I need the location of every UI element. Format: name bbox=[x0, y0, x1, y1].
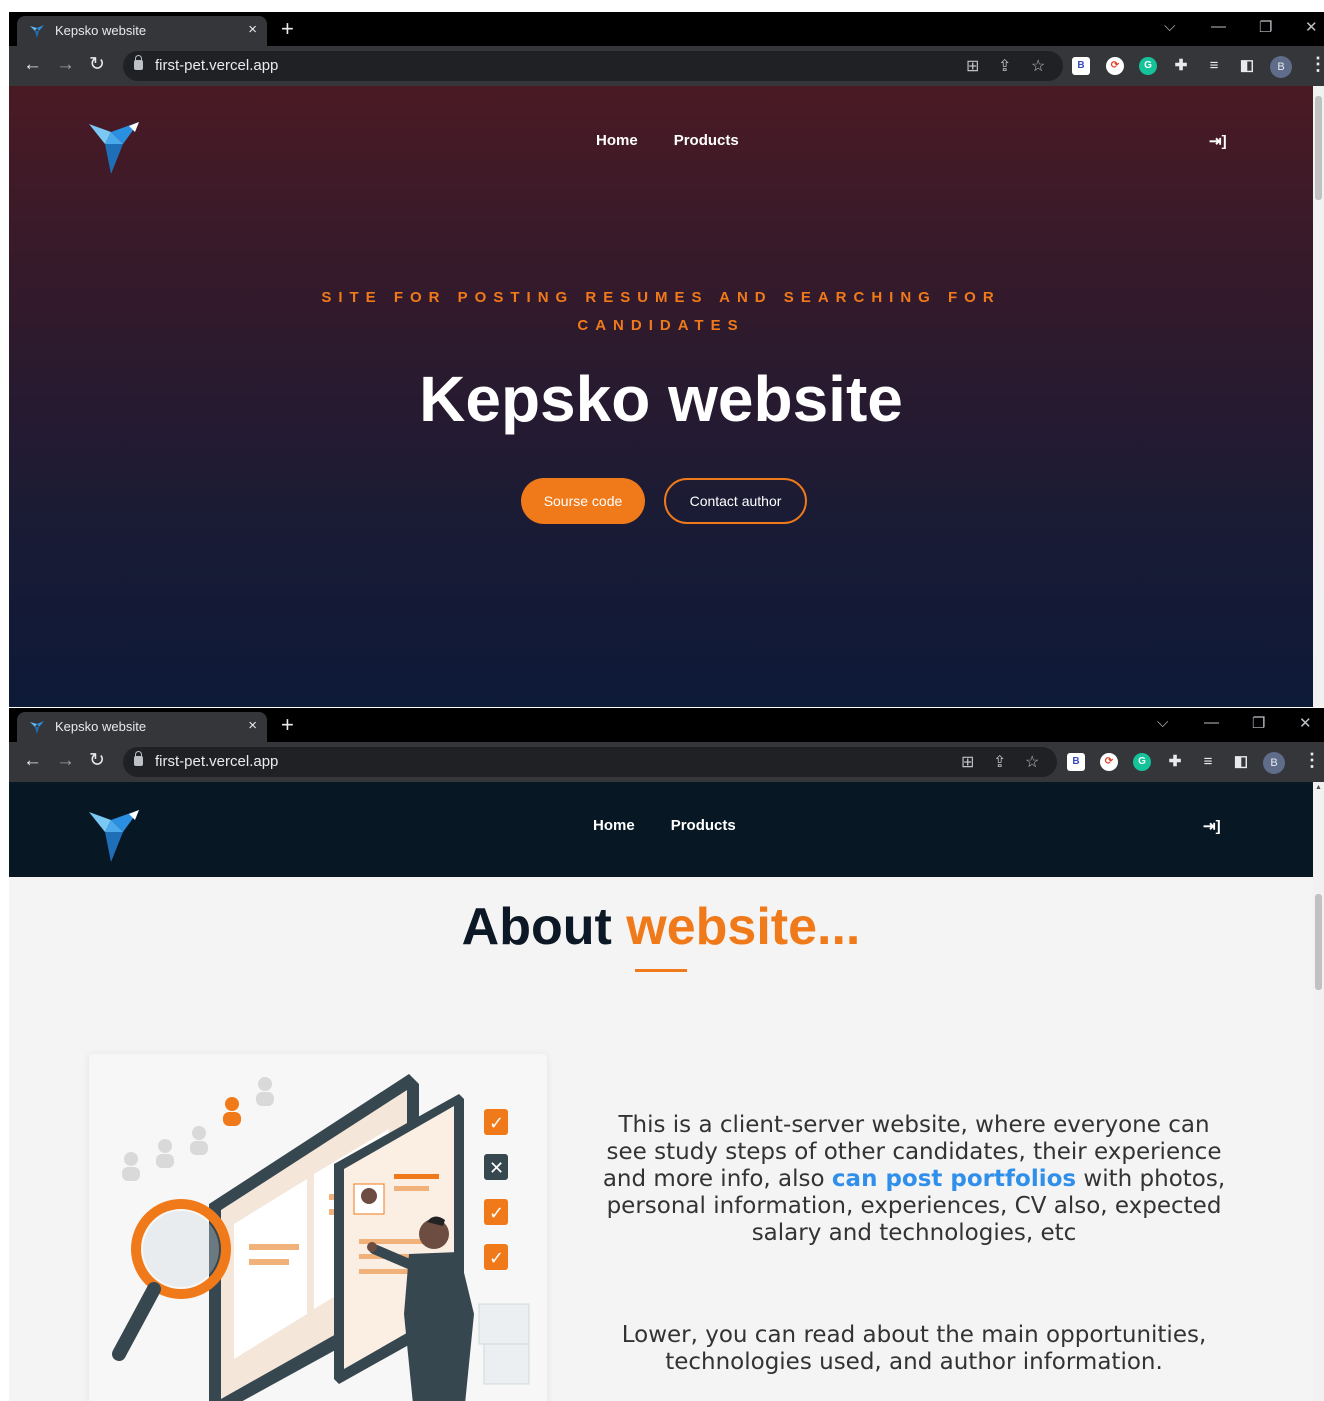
resume-search-illustration: ✓ ✕ ✓ ✓ bbox=[89, 1054, 547, 1401]
about-title-accent: website... bbox=[626, 898, 861, 956]
address-bar[interactable]: first-pet.vercel.app ⊞ ⇪ ☆ bbox=[123, 51, 1063, 81]
contact-author-button[interactable]: Contact author bbox=[664, 478, 807, 524]
share-icon[interactable]: ⇪ bbox=[993, 752, 1006, 772]
origami-bird-logo-icon[interactable] bbox=[89, 802, 149, 864]
lock-icon bbox=[134, 55, 143, 70]
title-underline bbox=[635, 969, 687, 972]
close-window-icon[interactable]: ✕ bbox=[1299, 714, 1312, 732]
extensions-puzzle-icon[interactable]: ✚ bbox=[1166, 753, 1184, 771]
close-tab-icon[interactable]: × bbox=[248, 21, 257, 38]
extension-b-icon[interactable]: B bbox=[1072, 57, 1090, 75]
back-arrow-icon[interactable]: ← bbox=[23, 750, 42, 772]
forward-arrow-icon[interactable]: → bbox=[56, 750, 75, 772]
media-queue-icon[interactable]: ≡ bbox=[1199, 753, 1217, 771]
site-header: Home Products ⇥] bbox=[9, 782, 1313, 877]
browser-menu-icon[interactable]: ⋮ bbox=[1309, 54, 1324, 75]
nav-products-link[interactable]: Products bbox=[671, 817, 736, 834]
svg-text:✓: ✓ bbox=[489, 1113, 504, 1134]
tab-strip: Kepsko website × + ⌵ — ❐ ✕ bbox=[9, 708, 1324, 742]
tab-title: Kepsko website bbox=[55, 719, 147, 734]
browser-window-hero: Kepsko website × + ⌵ — ❐ ✕ ← → ↻ first-p… bbox=[9, 12, 1324, 707]
scrollbar-thumb[interactable] bbox=[1315, 96, 1322, 200]
scroll-up-arrow-icon[interactable]: ▲ bbox=[1315, 784, 1322, 791]
extension-b-icon[interactable]: B bbox=[1067, 753, 1085, 771]
about-paragraph-1: This is a client-server website, where e… bbox=[599, 1112, 1229, 1247]
back-arrow-icon[interactable]: ← bbox=[23, 54, 42, 76]
about-title-main: About bbox=[461, 898, 612, 956]
browser-tab[interactable]: Kepsko website × bbox=[17, 712, 267, 742]
forward-arrow-icon[interactable]: → bbox=[56, 54, 75, 76]
bookmark-star-icon[interactable]: ☆ bbox=[1025, 752, 1039, 772]
side-panel-icon[interactable]: ◧ bbox=[1232, 753, 1250, 771]
address-bar[interactable]: first-pet.vercel.app ⊞ ⇪ ☆ bbox=[123, 747, 1057, 777]
close-tab-icon[interactable]: × bbox=[248, 717, 257, 734]
tab-strip: Kepsko website × + ⌵ — ❐ ✕ bbox=[9, 12, 1324, 46]
post-portfolios-highlight: can post portfolios bbox=[831, 1166, 1077, 1192]
browser-tab[interactable]: Kepsko website × bbox=[17, 16, 267, 46]
extension-sync-icon[interactable]: ⟳ bbox=[1100, 753, 1118, 771]
svg-text:✓: ✓ bbox=[489, 1203, 504, 1224]
translate-icon[interactable]: ⊞ bbox=[966, 56, 979, 76]
scrollbar-thumb[interactable] bbox=[1315, 894, 1322, 990]
media-queue-icon[interactable]: ≡ bbox=[1205, 57, 1223, 75]
favicon-icon bbox=[30, 721, 44, 734]
hero-tagline: SITE FOR POSTING RESUMES AND SEARCHING F… bbox=[321, 289, 1001, 334]
hero-title: Kepsko website bbox=[419, 363, 903, 435]
sign-in-icon[interactable]: ⇥] bbox=[1203, 817, 1221, 835]
about-paragraph-2: Lower, you can read about the main oppor… bbox=[621, 1322, 1207, 1375]
profile-avatar[interactable]: B bbox=[1263, 752, 1285, 774]
page-scrollbar[interactable] bbox=[1313, 86, 1324, 707]
grammarly-icon[interactable]: G bbox=[1139, 57, 1157, 75]
tab-title: Kepsko website bbox=[55, 23, 147, 38]
about-title: About website... bbox=[9, 897, 1313, 957]
browser-toolbar: ← → ↻ first-pet.vercel.app ⊞ ⇪ ☆ B ⟳ G ✚… bbox=[9, 742, 1324, 782]
about-section: About website... ✓ ✕ ✓ ✓ This is a clien… bbox=[9, 877, 1313, 1401]
origami-bird-logo-icon[interactable] bbox=[89, 114, 149, 176]
page-viewport: Home Products ⇥] About website... ✓ ✕ ✓ … bbox=[9, 782, 1324, 1401]
profile-avatar[interactable]: B bbox=[1270, 56, 1292, 78]
nav-home-link[interactable]: Home bbox=[596, 132, 638, 149]
minimize-icon[interactable]: — bbox=[1211, 18, 1226, 35]
extension-sync-icon[interactable]: ⟳ bbox=[1106, 57, 1124, 75]
url-text[interactable]: first-pet.vercel.app bbox=[155, 753, 278, 770]
new-tab-button[interactable]: + bbox=[281, 16, 294, 42]
source-code-button[interactable]: Sourse code bbox=[521, 478, 645, 524]
sign-in-icon[interactable]: ⇥] bbox=[1209, 132, 1227, 150]
site-nav: Home Products bbox=[593, 817, 736, 834]
new-tab-button[interactable]: + bbox=[281, 712, 294, 738]
restore-icon[interactable]: ❐ bbox=[1252, 714, 1265, 732]
translate-icon[interactable]: ⊞ bbox=[961, 752, 974, 772]
page-scrollbar[interactable]: ▲ bbox=[1313, 782, 1324, 1401]
tab-search-chevron-icon[interactable]: ⌵ bbox=[1164, 18, 1175, 35]
svg-text:✓: ✓ bbox=[489, 1248, 504, 1269]
minimize-icon[interactable]: — bbox=[1204, 714, 1219, 731]
browser-menu-icon[interactable]: ⋮ bbox=[1303, 750, 1321, 771]
hero-section: Home Products ⇥] SITE FOR POSTING RESUME… bbox=[9, 86, 1313, 707]
bookmark-star-icon[interactable]: ☆ bbox=[1031, 56, 1045, 76]
close-window-icon[interactable]: ✕ bbox=[1305, 18, 1318, 36]
site-nav: Home Products bbox=[596, 132, 739, 149]
restore-icon[interactable]: ❐ bbox=[1259, 18, 1272, 36]
favicon-icon bbox=[30, 25, 44, 38]
side-panel-icon[interactable]: ◧ bbox=[1238, 57, 1256, 75]
reload-icon[interactable]: ↻ bbox=[89, 54, 105, 76]
nav-products-link[interactable]: Products bbox=[674, 132, 739, 149]
lock-icon bbox=[134, 751, 143, 766]
grammarly-icon[interactable]: G bbox=[1133, 753, 1151, 771]
extensions-puzzle-icon[interactable]: ✚ bbox=[1172, 57, 1190, 75]
tab-search-chevron-icon[interactable]: ⌵ bbox=[1157, 714, 1168, 731]
browser-window-about: Kepsko website × + ⌵ — ❐ ✕ ← → ↻ first-p… bbox=[9, 708, 1324, 1401]
svg-text:✕: ✕ bbox=[489, 1158, 504, 1179]
page-viewport: Home Products ⇥] SITE FOR POSTING RESUME… bbox=[9, 86, 1324, 707]
share-icon[interactable]: ⇪ bbox=[998, 56, 1011, 76]
candidate-figures bbox=[122, 1077, 274, 1181]
nav-home-link[interactable]: Home bbox=[593, 817, 635, 834]
url-text[interactable]: first-pet.vercel.app bbox=[155, 57, 278, 74]
reload-icon[interactable]: ↻ bbox=[89, 750, 105, 772]
browser-toolbar: ← → ↻ first-pet.vercel.app ⊞ ⇪ ☆ B ⟳ G ✚… bbox=[9, 46, 1324, 86]
